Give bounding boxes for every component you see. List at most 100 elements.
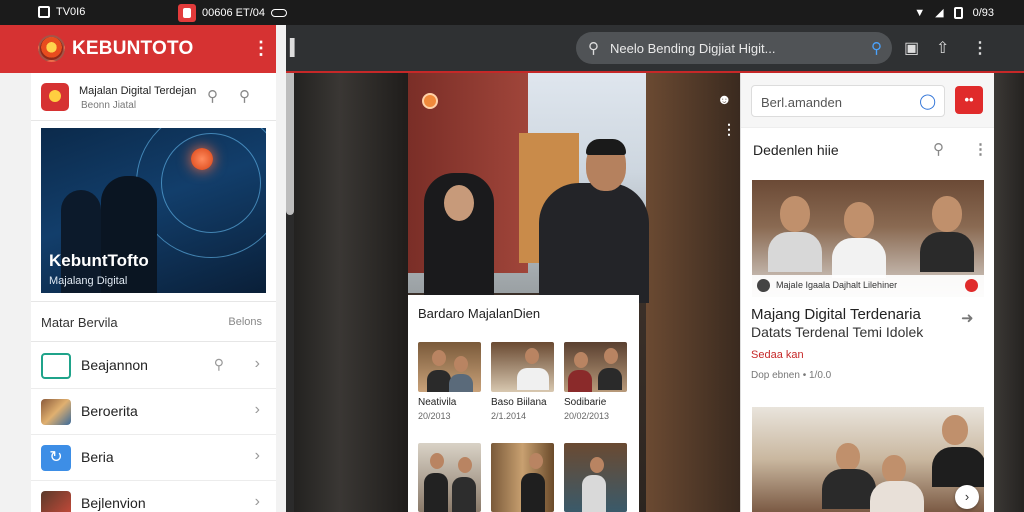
toggle-icon xyxy=(271,9,287,17)
thumb-body xyxy=(582,475,606,512)
hologram-ring-inner xyxy=(161,133,261,233)
action-button[interactable]: •• xyxy=(955,86,983,114)
browser-toolbar: ▍ ⚲ Neelo Bending Digjiat Higit... ⚲ ▣ ⇧… xyxy=(286,25,1024,73)
app-title: KEBUNTOTO xyxy=(72,38,194,59)
tab-handle-icon[interactable]: ▍ xyxy=(290,38,302,58)
article-category[interactable]: Sedaa kan xyxy=(751,349,804,361)
publication-title: Majalan Digital Terdejan xyxy=(79,85,197,97)
person-face xyxy=(882,455,906,483)
article-subtitle: Datats Terdenal Temi Idolek xyxy=(751,324,924,340)
user-icon[interactable]: ☻ xyxy=(717,91,732,107)
more-vert-icon[interactable]: ⋮ xyxy=(973,140,988,158)
user-icon[interactable]: ◯ xyxy=(919,92,936,110)
thumb-caption: Baso Biilana xyxy=(491,397,547,408)
thumb-face xyxy=(604,348,618,364)
gallery-thumb[interactable] xyxy=(564,342,627,392)
thumb-body xyxy=(568,370,592,392)
section-title: Dedenlen hiie xyxy=(753,142,839,158)
status-time: TV0I6 xyxy=(56,6,86,18)
hair-icon xyxy=(41,353,71,379)
menu-item-beria[interactable]: ↻ Beria › xyxy=(31,435,276,481)
search-icon: ⚲ xyxy=(588,40,599,57)
wifi-icon: ▼ xyxy=(914,6,926,19)
next-arrow-icon[interactable]: › xyxy=(955,485,979,509)
gallery-thumb[interactable] xyxy=(491,443,554,512)
thumb-body xyxy=(427,370,451,392)
address-bar[interactable]: ⚲ Neelo Bending Digjiat Higit... ⚲ xyxy=(576,32,892,64)
menu-item-label: Beajannon xyxy=(81,357,148,373)
person-face xyxy=(844,202,874,238)
search-icon-secondary[interactable]: ⚲ xyxy=(239,87,250,105)
menu-item-label: Bejlenvion xyxy=(81,495,146,511)
thumb-face xyxy=(432,350,446,366)
gallery-thumb[interactable] xyxy=(491,342,554,392)
voice-search-icon[interactable]: ⚲ xyxy=(871,39,882,57)
window-frame xyxy=(294,73,408,512)
glowing-orb xyxy=(191,148,213,170)
article-title[interactable]: Majang Digital Terdenaria xyxy=(751,305,961,324)
background-edge xyxy=(994,73,1024,512)
menu-item-label: Beria xyxy=(81,449,114,465)
thumb-face xyxy=(529,453,543,469)
person-face xyxy=(444,185,474,221)
gallery-thumb[interactable] xyxy=(418,342,481,392)
person-body xyxy=(832,238,886,278)
browser-menu-icon[interactable]: ⋮ xyxy=(972,38,988,58)
share-icon[interactable]: ⇧ xyxy=(936,38,949,58)
app-logo xyxy=(38,35,65,62)
app-logo-icon xyxy=(178,4,196,22)
bookshelf xyxy=(646,73,740,512)
section-title: Matar Bervila xyxy=(41,315,118,330)
gallery-card: Bardaro MajalanDien Neativila 20/2013 Ba… xyxy=(408,295,639,512)
left-content-card: Majalan Digital Terdejan Beonn Jiatal ⚲ … xyxy=(31,73,276,512)
photo-caption: MajaIe Igaala Dajhalt Lilehiner xyxy=(776,280,898,290)
app-header: KEBUNTOTO ⋮ xyxy=(0,25,276,73)
search-icon[interactable]: ⚲ xyxy=(214,356,224,373)
battery-icon xyxy=(953,6,963,19)
person-hair xyxy=(586,139,626,155)
photo-icon xyxy=(41,491,71,512)
menu-item-bejlenvion[interactable]: Bejlenvion › xyxy=(31,481,276,512)
notification-dot-icon xyxy=(422,93,438,109)
overflow-menu-icon[interactable]: ⋮ xyxy=(252,38,270,59)
hero-title: KebuntTofto xyxy=(49,251,149,270)
group-photo-icon xyxy=(41,399,71,425)
publication-logo xyxy=(41,83,69,111)
thumb-face xyxy=(525,348,539,364)
app-notification-icon xyxy=(38,6,50,18)
search-icon[interactable]: ⚲ xyxy=(207,87,218,105)
thumb-date: 2/1.2014 xyxy=(491,411,527,421)
thumb-face xyxy=(458,457,472,473)
search-icon[interactable]: ⚲ xyxy=(933,140,944,158)
menu-item-beroerita[interactable]: Beroerita › xyxy=(31,389,276,435)
thumb-body xyxy=(452,477,476,512)
person-face xyxy=(836,443,860,471)
status-right-text: 0/93 xyxy=(972,6,994,19)
chevron-right-icon: › xyxy=(254,447,260,464)
status-center-text: 00606 ET/04 xyxy=(202,7,265,19)
person-body xyxy=(822,469,876,509)
menu-item-beajannon[interactable]: Beajannon ⚲ › xyxy=(31,343,276,389)
person-face xyxy=(780,196,810,232)
publication-subtitle: Beonn Jiatal xyxy=(81,100,137,111)
article-photo[interactable] xyxy=(752,407,984,512)
gallery-thumb[interactable] xyxy=(418,443,481,512)
search-placeholder: Berl.amanden xyxy=(761,95,842,110)
chevron-right-icon: › xyxy=(254,493,260,510)
hero-banner[interactable]: KebuntTofto Majalang Digital xyxy=(41,128,266,293)
gallery-thumb[interactable] xyxy=(564,443,627,512)
more-vert-icon[interactable]: ⋮ xyxy=(722,121,736,138)
address-text: Neelo Bending Digjiat Higit... xyxy=(610,41,776,56)
search-input[interactable]: Berl.amanden ◯ xyxy=(751,85,945,117)
status-bar: TV0I6 00606 ET/04 ▼ ◢ 0/93 xyxy=(0,0,1024,25)
right-news-panel: Berl.amanden ◯ •• Dedenlen hiie ⚲ ⋮ Maja… xyxy=(740,73,995,512)
publication-header[interactable]: Majalan Digital Terdejan Beonn Jiatal ⚲ … xyxy=(31,73,276,121)
tab-switcher-icon[interactable]: ▣ xyxy=(904,38,919,58)
share-icon[interactable]: ➜ xyxy=(961,309,974,327)
article-photo[interactable]: MajaIe Igaala Dajhalt Lilehiner xyxy=(752,180,984,297)
thumb-body xyxy=(449,374,473,392)
article-meta: Dop ebnen • 1/0.0 xyxy=(751,370,832,381)
thumb-body xyxy=(424,473,448,512)
person-jacket xyxy=(539,183,649,303)
section-more-link[interactable]: Belons xyxy=(228,316,262,328)
